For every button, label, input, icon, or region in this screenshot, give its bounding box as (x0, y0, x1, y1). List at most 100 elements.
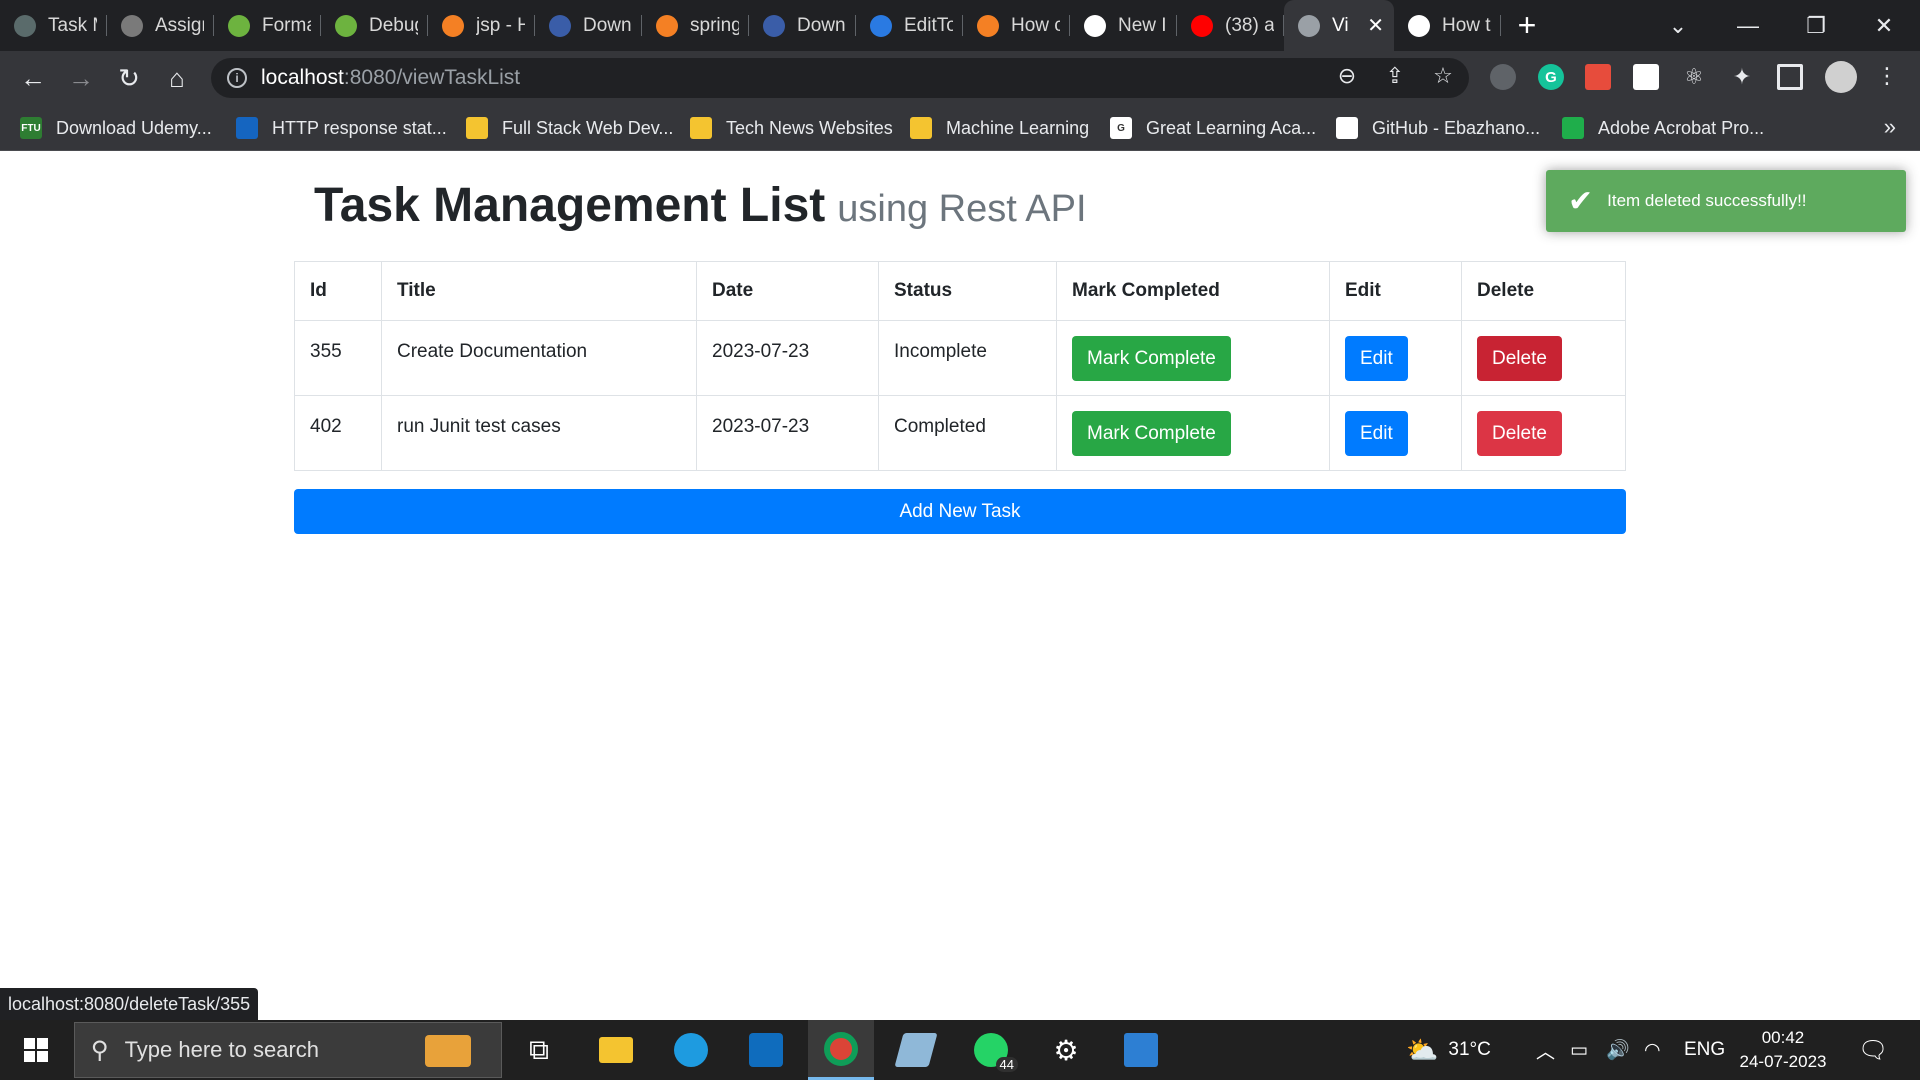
browser-tab[interactable]: Vi ✕ (1284, 0, 1394, 51)
tab-strip: Task M Assign Forma Debug jsp - H Down spring D… (0, 0, 1501, 51)
header-status: Status (878, 261, 1057, 321)
browser-tab[interactable]: Forma (214, 0, 321, 51)
browser-tab[interactable]: New I (1070, 0, 1177, 51)
bookmark-item[interactable]: Full Stack Web Dev... (466, 115, 673, 141)
cell-edit: Edit (1329, 320, 1462, 396)
menu-kebab-icon[interactable]: ⋮ (1872, 61, 1902, 91)
browser-tab[interactable]: Debug (321, 0, 428, 51)
notepad-icon[interactable] (883, 1020, 949, 1080)
temperature: 31°C (1448, 1039, 1491, 1060)
browser-tab[interactable]: spring (642, 0, 749, 51)
reload-icon[interactable]: ↻ (110, 59, 148, 97)
calendar-extension-icon[interactable] (1633, 64, 1659, 90)
zoom-icon[interactable]: ⊖ (1332, 61, 1362, 91)
back-icon[interactable]: ← (14, 59, 52, 97)
bookmark-item[interactable]: G Great Learning Aca... (1110, 115, 1316, 141)
site-info-icon[interactable]: i (227, 68, 247, 88)
cell-title: Create Documentation (381, 320, 697, 396)
cell-delete: Delete (1461, 320, 1626, 396)
bookmark-label: Adobe Acrobat Pro... (1598, 117, 1765, 138)
language-indicator[interactable]: ENG (1684, 1020, 1725, 1080)
acrobat-icon (1562, 117, 1584, 139)
home-icon[interactable]: ⌂ (158, 59, 196, 97)
browser-tab[interactable]: How t (1394, 0, 1501, 51)
tab-label: Vi (1332, 14, 1349, 36)
file-explorer-icon[interactable] (583, 1020, 649, 1080)
task-view-icon[interactable]: ⧉ (506, 1020, 572, 1080)
table-row: 402 run Junit test cases 2023-07-23 Comp… (294, 395, 1626, 471)
edit-button[interactable]: Edit (1345, 336, 1408, 381)
minimize-button[interactable]: — (1716, 0, 1780, 51)
success-toast[interactable]: ✔ Item deleted successfully!! (1546, 170, 1906, 232)
tab-label: How c (1011, 14, 1060, 36)
browser-tab-bar: Task M Assign Forma Debug jsp - H Down spring D… (0, 0, 1920, 51)
bookmark-item[interactable]: GitHub - Ebazhano... (1336, 115, 1540, 141)
close-tab-icon[interactable]: ✕ (1367, 13, 1384, 38)
mark-complete-button[interactable]: Mark Complete (1072, 411, 1231, 456)
bookmark-item[interactable]: HTTP response stat... (236, 115, 447, 141)
delete-button[interactable]: Delete (1477, 336, 1562, 381)
react-devtools-icon[interactable]: ⚛ (1681, 64, 1707, 90)
profile-avatar[interactable] (1825, 61, 1857, 93)
ftu-icon: FTU (20, 117, 42, 139)
close-window-button[interactable]: ✕ (1852, 0, 1916, 51)
browser-tab[interactable]: Down (749, 0, 856, 51)
tab-label: How t (1442, 14, 1491, 36)
restore-button[interactable]: ❐ (1784, 0, 1848, 51)
book-icon (549, 14, 571, 37)
tab-search-icon[interactable]: ⌄ (1646, 0, 1710, 51)
browser-tab[interactable]: EditTo (856, 0, 963, 51)
extension-icon[interactable] (1490, 64, 1516, 90)
bookmark-label: Great Learning Aca... (1146, 117, 1317, 138)
delete-button[interactable]: Delete (1477, 411, 1562, 456)
browser-tab[interactable]: Down (535, 0, 642, 51)
globe-icon (1298, 14, 1320, 37)
bookmark-item[interactable]: Machine Learning (910, 115, 1089, 141)
outlook-icon[interactable] (733, 1020, 799, 1080)
share-icon[interactable]: ⇪ (1380, 61, 1410, 91)
tab-label: jsp - H (476, 14, 525, 36)
volume-icon[interactable]: 🔊 (1606, 1020, 1630, 1080)
bookmark-item[interactable]: FTU Download Udemy... (20, 115, 212, 141)
weather-widget[interactable]: ⛅ 31°C (1406, 1020, 1491, 1080)
extensions-puzzle-icon[interactable]: ✦ (1729, 64, 1755, 90)
cell-edit: Edit (1329, 395, 1462, 471)
add-new-task-button[interactable]: Add New Task (294, 489, 1626, 534)
clock-time: 00:42 (1761, 1028, 1805, 1047)
settings-gear-icon[interactable]: ⚙ (1033, 1020, 1099, 1080)
google-icon: G (1110, 117, 1132, 139)
folder-icon (690, 117, 712, 139)
taskbar-search-box[interactable]: ⚲ Type here to search (74, 1022, 502, 1078)
browser-tab[interactable]: jsp - H (428, 0, 535, 51)
robot-icon (870, 14, 892, 37)
cell-date: 2023-07-23 (696, 320, 879, 396)
bookmark-star-icon[interactable]: ☆ (1428, 61, 1458, 91)
edit-button[interactable]: Edit (1345, 411, 1408, 456)
start-button[interactable] (10, 1020, 62, 1080)
photos-icon[interactable] (1108, 1020, 1174, 1080)
chrome-icon[interactable] (808, 1020, 874, 1080)
clock[interactable]: 00:42 24-07-2023 (1728, 1026, 1838, 1074)
browser-tab[interactable]: (38) a (1177, 0, 1284, 51)
edge-icon[interactable] (658, 1020, 724, 1080)
grammarly-icon[interactable]: G (1538, 64, 1564, 90)
browser-tab[interactable]: Task M (0, 0, 107, 51)
forward-icon[interactable]: → (62, 59, 100, 97)
new-tab-button[interactable]: + (1501, 0, 1553, 51)
more-bookmarks-icon[interactable]: » (1884, 114, 1896, 140)
bookmark-item[interactable]: Tech News Websites (690, 115, 893, 141)
notification-icon[interactable]: 🗨 (1858, 1020, 1888, 1080)
address-bar[interactable]: i localhost:8080/viewTaskList (211, 58, 1469, 98)
bookmark-item[interactable]: Adobe Acrobat Pro... (1562, 115, 1764, 141)
bookmarks-bar: FTU Download Udemy... HTTP response stat..… (0, 104, 1920, 151)
browser-tab[interactable]: How c (963, 0, 1070, 51)
tray-overflow-icon[interactable]: ︿ (1536, 1020, 1555, 1080)
whatsapp-icon[interactable]: 44 (958, 1020, 1024, 1080)
battery-icon[interactable]: ▭ (1570, 1020, 1588, 1080)
table-header-row: Id Title Date Status Mark Completed Edit… (294, 261, 1626, 321)
colorful-extension-icon[interactable] (1585, 64, 1611, 90)
side-panel-icon[interactable] (1777, 64, 1803, 90)
mark-complete-button[interactable]: Mark Complete (1072, 336, 1231, 381)
browser-tab[interactable]: Assign (107, 0, 214, 51)
wifi-icon[interactable]: ◠ (1644, 1020, 1661, 1080)
